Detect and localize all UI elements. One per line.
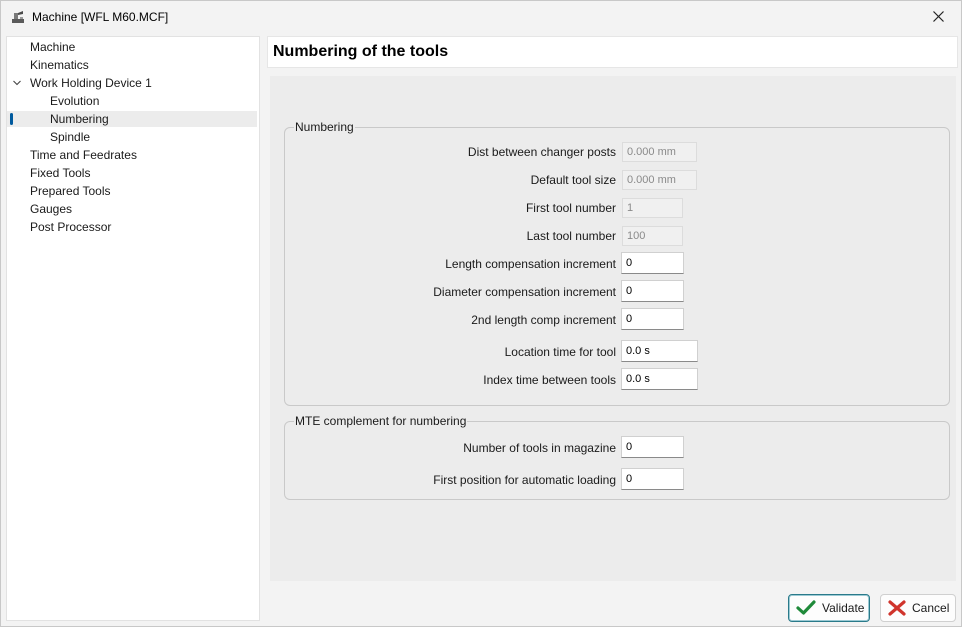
first-auto-loading-position-input[interactable]: 0 <box>621 468 684 490</box>
tree-item-gauges[interactable]: Gauges <box>7 201 257 217</box>
second-length-comp-label: 2nd length comp increment <box>471 313 616 327</box>
tree-item-label: Kinematics <box>30 58 89 72</box>
page-header: Numbering of the tools <box>267 36 958 68</box>
default-tool-size-field: 0.000 mm <box>622 170 697 190</box>
tree-item-kinematics[interactable]: Kinematics <box>7 57 257 73</box>
index-time-label: Index time between tools <box>483 373 616 387</box>
tree-item-evolution[interactable]: Evolution <box>7 93 257 109</box>
mte-group: MTE complement for numbering Number of t… <box>284 414 950 500</box>
last-tool-number-label: Last tool number <box>526 229 616 243</box>
first-tool-number-field: 1 <box>622 198 683 218</box>
default-tool-size-label: Default tool size <box>530 173 616 187</box>
location-time-input[interactable]: 0.0 s <box>621 340 698 362</box>
diameter-comp-increment-input[interactable]: 0 <box>621 280 684 302</box>
length-comp-increment-label: Length compensation increment <box>445 257 616 271</box>
machine-app-icon <box>12 11 24 23</box>
tree-item-label: Fixed Tools <box>30 166 91 180</box>
cancel-x-icon <box>888 600 906 616</box>
tree-item-label: Evolution <box>50 94 100 108</box>
tools-in-magazine-label: Number of tools in magazine <box>463 441 616 455</box>
diameter-comp-increment-label: Diameter compensation increment <box>433 285 616 299</box>
selection-indicator <box>10 113 13 125</box>
tree-item-post-processor[interactable]: Post Processor <box>7 219 257 235</box>
mte-legend: MTE complement for numbering <box>294 414 468 428</box>
tree-item-label: Work Holding Device 1 <box>30 76 152 90</box>
tree-item-numbering[interactable]: Numbering <box>7 111 257 127</box>
chevron-down-icon[interactable] <box>12 78 22 88</box>
navigation-tree: Machine Kinematics Work Holding Device 1… <box>6 36 260 621</box>
numbering-group: Numbering Dist between changer posts 0.0… <box>284 120 950 406</box>
page-title: Numbering of the tools <box>273 43 449 60</box>
window-title: Machine [WFL M60.MCF] <box>32 10 169 24</box>
length-comp-increment-input[interactable]: 0 <box>621 252 684 274</box>
tree-item-spindle[interactable]: Spindle <box>7 129 257 145</box>
dialog-window: Machine [WFL M60.MCF] Machine Kinematics… <box>0 0 962 627</box>
settings-content: Numbering Dist between changer posts 0.0… <box>270 76 956 581</box>
main-panel: Numbering of the tools Numbering Dist be… <box>267 36 958 584</box>
tree-item-label: Time and Feedrates <box>30 148 137 162</box>
index-time-input[interactable]: 0.0 s <box>621 368 698 390</box>
close-icon <box>932 11 944 22</box>
tree-item-fixed-tools[interactable]: Fixed Tools <box>7 165 257 181</box>
tools-in-magazine-input[interactable]: 0 <box>621 436 684 458</box>
check-icon <box>796 600 816 615</box>
tree-item-label: Gauges <box>30 202 73 216</box>
tree-item-time-feedrates[interactable]: Time and Feedrates <box>7 147 257 163</box>
numbering-legend: Numbering <box>294 120 355 134</box>
dist-changer-posts-label: Dist between changer posts <box>467 145 616 159</box>
validate-button[interactable]: Validate <box>788 594 870 622</box>
first-auto-loading-position-label: First position for automatic loading <box>433 473 616 487</box>
tree-item-label: Machine <box>30 40 76 54</box>
title-bar: Machine [WFL M60.MCF] <box>1 1 961 33</box>
second-length-comp-input[interactable]: 0 <box>621 308 684 330</box>
tree-item-label: Spindle <box>50 130 91 144</box>
dist-changer-posts-field: 0.000 mm <box>622 142 697 162</box>
last-tool-number-field: 100 <box>622 226 683 246</box>
tree-item-label: Post Processor <box>30 220 112 234</box>
location-time-label: Location time for tool <box>504 345 616 359</box>
close-button[interactable] <box>915 1 961 32</box>
tree-item-work-holding-device[interactable]: Work Holding Device 1 <box>7 75 257 91</box>
tree-item-label: Prepared Tools <box>30 184 111 198</box>
first-tool-number-label: First tool number <box>525 201 616 215</box>
cancel-button[interactable]: Cancel <box>880 594 956 622</box>
tree-item-label: Numbering <box>50 112 109 126</box>
tree-item-machine[interactable]: Machine <box>7 39 257 55</box>
cancel-label: Cancel <box>912 601 950 615</box>
validate-label: Validate <box>822 601 865 615</box>
tree-item-prepared-tools[interactable]: Prepared Tools <box>7 183 257 199</box>
